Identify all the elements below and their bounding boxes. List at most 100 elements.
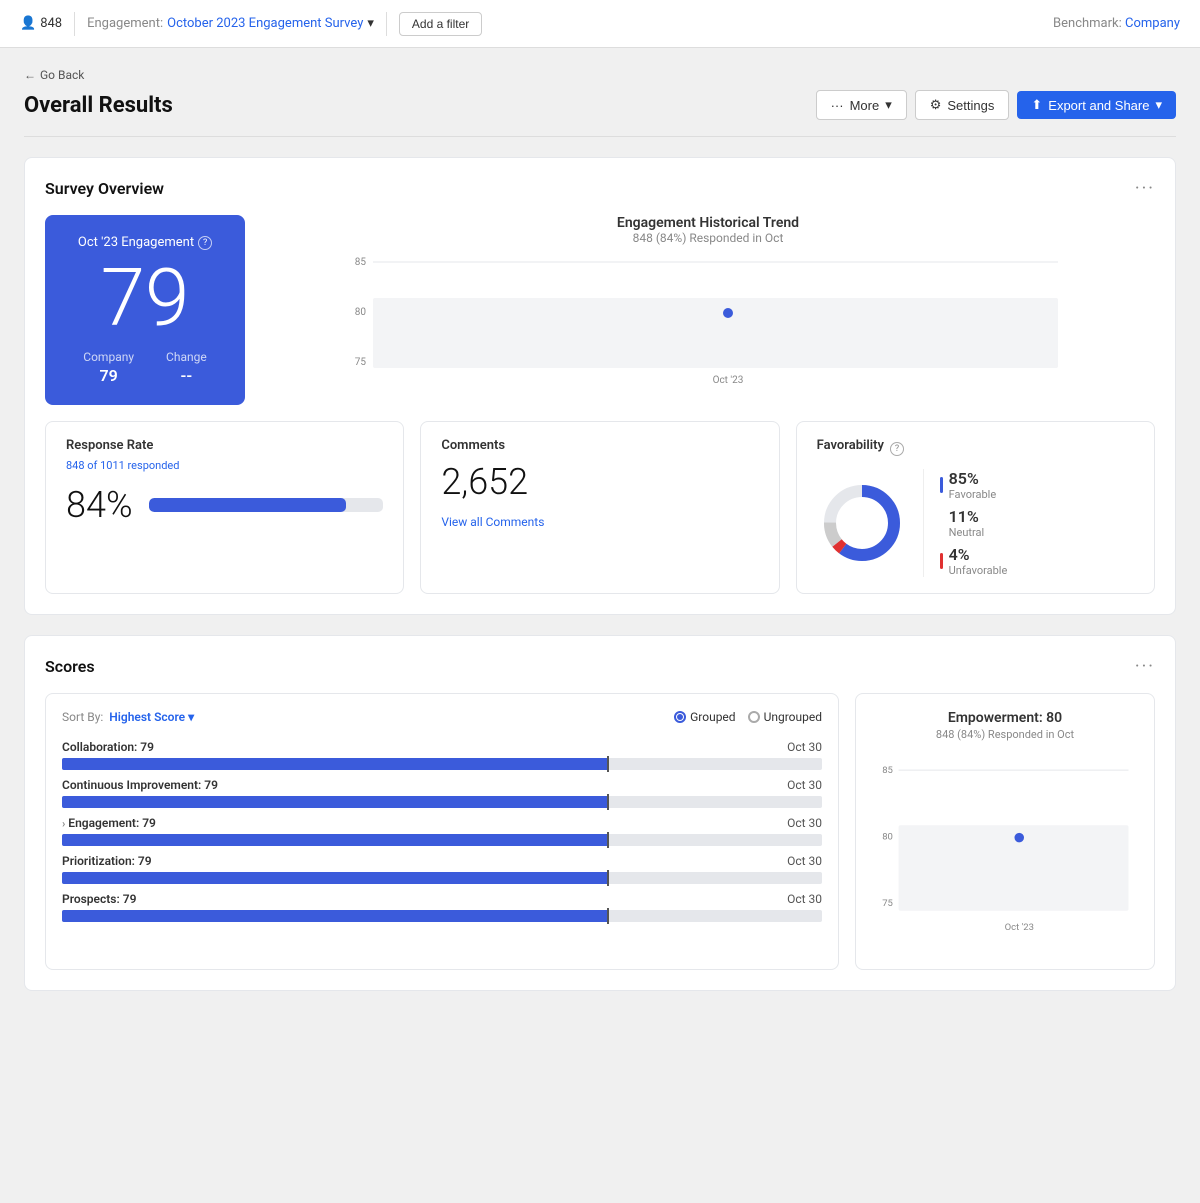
engagement-card-title-text: Oct '23 Engagement [78,235,194,250]
favorable-label: Favorable [949,488,997,501]
score-item-header: Prospects: 79 Oct 30 [62,892,822,906]
back-link[interactable]: ← Go Back [24,68,1176,82]
prioritization-bar [62,872,822,884]
prioritization-name: Prioritization: 79 [62,854,152,868]
collaboration-bar-marker [607,756,609,772]
scores-more[interactable]: ··· [1135,656,1155,677]
sort-value-text: Highest Score [109,710,185,724]
main-content: ← Go Back Overall Results ··· More ▾ ⚙ S… [0,48,1200,1031]
response-rate-card: Response Rate 848 of 1011 responded 84% [45,421,404,594]
scores-section: Scores ··· Sort By: Highest Score ▾ [24,635,1176,991]
back-label: Go Back [40,68,84,82]
score-item-header: Collaboration: 79 Oct 30 [62,740,822,754]
nav-divider-2 [386,12,387,36]
engagement-value[interactable]: October 2023 Engagement Survey [167,16,363,31]
prioritization-bar-marker [607,870,609,886]
more-button[interactable]: ··· More ▾ [816,90,907,120]
change-footer: Change -- [166,350,207,385]
ungrouped-option[interactable]: Ungrouped [748,710,822,724]
engagement-filter: Engagement: October 2023 Engagement Surv… [87,16,374,31]
view-all-comments-link[interactable]: View all Comments [441,515,544,529]
unfavorable-row: 4% Unfavorable [940,545,1008,577]
engagement-card-footer: Company 79 Change -- [83,350,206,385]
favorability-row: 85% Favorable 11% Neutral [817,469,1134,577]
historical-trend-title: Engagement Historical Trend [261,215,1155,231]
svg-text:80: 80 [355,307,367,318]
settings-button[interactable]: ⚙ Settings [915,90,1010,120]
sort-value[interactable]: Highest Score ▾ [109,710,194,724]
favorability-legend: 85% Favorable 11% Neutral [923,469,1008,577]
engagement-label: Engagement: [87,16,163,31]
expand-icon[interactable]: › [62,817,65,830]
chevron-down-icon: ▾ [367,16,374,31]
survey-overview-more[interactable]: ··· [1135,178,1155,199]
favorability-info-icon[interactable]: ? [890,442,904,456]
grouped-option[interactable]: Grouped [674,710,735,724]
add-filter-button[interactable]: Add a filter [399,12,482,36]
export-button[interactable]: ⬆ Export and Share ▾ [1017,91,1176,119]
engagement-bar [62,834,822,846]
arrow-left-icon: ← [24,68,36,82]
company-footer: Company 79 [83,350,134,385]
survey-overview-section: Survey Overview ··· Oct '23 Engagement ?… [24,157,1176,615]
prospects-bar-fill [62,910,609,922]
score-item-header: Continuous Improvement: 79 Oct 30 [62,778,822,792]
collaboration-bar-fill [62,758,609,770]
ungrouped-radio[interactable] [748,711,760,723]
comments-value: 2,652 [441,461,758,503]
person-icon: 👤 [20,16,36,31]
engagement-card-title: Oct '23 Engagement ? [78,235,212,250]
survey-overview-title: Survey Overview [45,179,164,198]
survey-overview-content: Oct '23 Engagement ? 79 Company 79 Chang… [45,215,1155,405]
engagement-bar-fill [62,834,609,846]
neutral-label: Neutral [949,526,985,539]
prioritization-bar-fill [62,872,609,884]
svg-text:Oct '23: Oct '23 [713,375,744,386]
page-title: Overall Results [24,93,173,118]
sort-by: Sort By: Highest Score ▾ [62,710,194,724]
score-item-engagement: › Engagement: 79 Oct 30 [62,816,822,846]
benchmark: Benchmark: Company [1053,16,1180,31]
nav-divider-1 [74,12,75,36]
chevron-down-icon: ▾ [1155,97,1162,113]
response-rate-bar [149,498,346,512]
comments-card: Comments 2,652 View all Comments [420,421,779,594]
unfavorable-pct: 4% [949,545,1008,564]
grouped-label: Grouped [690,710,735,724]
response-rate-sub[interactable]: 848 of 1011 responded [66,459,383,472]
favorability-title: Favorability [817,438,884,453]
more-label: More [850,98,880,113]
chevron-down-icon: ▾ [188,710,194,724]
score-item-header: Prioritization: 79 Oct 30 [62,854,822,868]
neutral-row: 11% Neutral [940,507,1008,539]
comments-title: Comments [441,438,758,453]
dots-icon: ··· [831,98,844,113]
historical-trend-subtitle: 848 (84%) Responded in Oct [261,231,1155,245]
info-icon[interactable]: ? [198,236,212,250]
share-icon: ⬆ [1031,97,1042,113]
svg-text:75: 75 [355,357,367,368]
change-value: -- [181,366,193,385]
empowerment-subtitle: 848 (84%) Responded in Oct [872,728,1138,741]
benchmark-link[interactable]: Company [1125,16,1180,31]
collaboration-name: Collaboration: 79 [62,740,154,754]
empowerment-chart-svg: 85 80 75 Oct '23 [872,749,1138,949]
unfavorable-label: Unfavorable [949,564,1008,577]
collaboration-date: Oct 30 [787,740,822,754]
favorable-pct: 85% [949,469,997,488]
engagement-score-name: › Engagement: 79 [62,816,156,830]
favorable-row: 85% Favorable [940,469,1008,501]
collaboration-bar [62,758,822,770]
ungrouped-label: Ungrouped [764,710,822,724]
scores-content: Sort By: Highest Score ▾ Grouped [45,693,1155,970]
score-item-prospects: Prospects: 79 Oct 30 [62,892,822,922]
empowerment-chart: Empowerment: 80 848 (84%) Responded in O… [855,693,1155,970]
engagement-bar-marker [607,832,609,848]
response-rate-value: 84% [66,484,133,526]
user-count: 👤 848 [20,16,62,31]
continuous-bar-marker [607,794,609,810]
gear-icon: ⚙ [930,97,942,113]
continuous-bar [62,796,822,808]
grouped-radio[interactable] [674,711,686,723]
prospects-date: Oct 30 [787,892,822,906]
